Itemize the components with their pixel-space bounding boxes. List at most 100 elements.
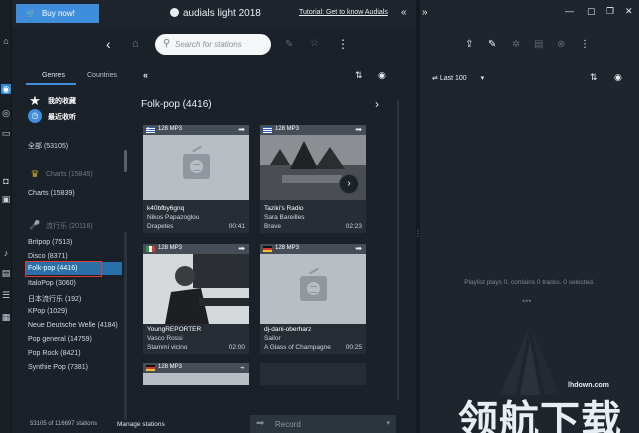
station-time: 00:41 bbox=[228, 223, 245, 230]
card-header: 128 MP3 ⌁ bbox=[143, 363, 249, 373]
collapse-left-icon[interactable]: « bbox=[401, 7, 407, 18]
home-nav-icon[interactable]: ⌂ bbox=[132, 38, 139, 50]
add-favorite-icon[interactable]: ☆ bbox=[310, 38, 319, 49]
germany-flag-icon bbox=[263, 246, 272, 252]
chevron-down-icon[interactable]: ▾ bbox=[386, 419, 390, 427]
genre-header-pop[interactable]: 流行乐 (20116) bbox=[46, 221, 93, 231]
genre-header-charts[interactable]: Charts (15845) bbox=[46, 171, 93, 178]
station-card[interactable]: 128 MP3 ➡ k40bfby6gnq Nikos Papazoglou D… bbox=[143, 125, 249, 233]
more-menu-icon[interactable]: ⋮ bbox=[580, 39, 590, 50]
genre-item[interactable]: Pop general (14759) bbox=[28, 336, 92, 343]
greece-flag-icon bbox=[146, 127, 155, 133]
card-header: 128 MP3 ➡ bbox=[260, 244, 366, 254]
playlist-icon[interactable]: ☰ bbox=[1, 290, 11, 300]
genre-item[interactable]: 全部 (53105) bbox=[28, 141, 68, 151]
more-menu-icon[interactable]: ⋮ bbox=[337, 37, 349, 51]
radio-placeholder-icon bbox=[183, 154, 210, 179]
tutorial-link[interactable]: Tutorial: Get to know Audials bbox=[299, 9, 388, 16]
station-artist: Sara Bareilles bbox=[264, 214, 305, 221]
shuffle-icon: ⇌ bbox=[432, 75, 438, 82]
station-name: YoungREPORTER bbox=[147, 326, 202, 333]
search-box[interactable]: ⚲ bbox=[155, 34, 271, 55]
station-track: Brave bbox=[264, 223, 281, 230]
card-header: 128 MP3 ➡ bbox=[260, 125, 366, 135]
radio-icon[interactable]: ◉ bbox=[1, 84, 11, 94]
germany-flag-icon bbox=[146, 365, 155, 371]
genre-item[interactable]: Charts (15839) bbox=[28, 190, 75, 197]
genre-favorites[interactable]: 我的收藏 bbox=[48, 96, 76, 106]
playlist-selector[interactable]: ⇌ Last 100 ▾ bbox=[432, 74, 484, 82]
station-card[interactable]: 128 MP3 ⌁ bbox=[143, 363, 249, 385]
station-artist: Sailor bbox=[264, 335, 281, 342]
movie-icon[interactable]: ▤ bbox=[1, 268, 11, 278]
playlist-status: Playlist plays 0, contains 0 tracks. 0 s… bbox=[464, 279, 595, 286]
remove-icon[interactable]: ⊗ bbox=[557, 39, 565, 50]
station-track: Stammi vicino bbox=[147, 344, 188, 351]
next-page-button[interactable]: › bbox=[339, 174, 359, 194]
save-icon[interactable]: ▤ bbox=[534, 39, 543, 50]
tab-genres[interactable]: Genres bbox=[42, 72, 65, 79]
maximize-icon[interactable]: ▢ bbox=[587, 6, 596, 17]
genre-item[interactable]: Neue Deutsche Welle (4184) bbox=[28, 322, 118, 329]
genre-item[interactable]: Disco (8371) bbox=[28, 253, 68, 260]
italy-flag-icon bbox=[146, 246, 155, 252]
tv-icon[interactable]: ▭ bbox=[1, 128, 11, 138]
restore-icon[interactable]: ❐ bbox=[606, 6, 614, 17]
watermark-text: 领航下载 bbox=[458, 398, 622, 433]
collapse-panel-icon[interactable]: « bbox=[143, 70, 148, 80]
genre-item[interactable]: 日本流行乐 (192) bbox=[28, 294, 81, 304]
genre-item[interactable]: Synthie Pop (7381) bbox=[28, 364, 88, 371]
export-icon[interactable]: ⇪ bbox=[465, 39, 473, 50]
record-button[interactable]: ➡ Record ▾ bbox=[250, 415, 396, 433]
content-toolbar: « ⇅ ◉ bbox=[130, 70, 400, 84]
genre-scrollbar-track[interactable] bbox=[124, 232, 127, 420]
effects-icon[interactable]: ✲ bbox=[512, 39, 520, 50]
tab-countries[interactable]: Countries bbox=[87, 72, 117, 79]
view-icon[interactable]: ◉ bbox=[614, 72, 622, 83]
genre-scrollbar-thumb[interactable] bbox=[124, 150, 127, 172]
forward-arrow-icon[interactable]: ➡ bbox=[238, 244, 245, 253]
station-card[interactable]: 128 MP3 ➡ YoungREPORTER Vasco Rossi Stam… bbox=[143, 244, 249, 354]
minimize-icon[interactable]: — bbox=[565, 6, 574, 16]
bitrate-label: 128 MP3 bbox=[275, 126, 300, 132]
genre-item[interactable]: KPop (1029) bbox=[28, 308, 67, 315]
station-name: dj-dani-oberharz bbox=[264, 326, 312, 333]
bitrate-label: 128 MP3 bbox=[275, 245, 300, 251]
camera-icon[interactable]: ◘ bbox=[1, 176, 11, 186]
genre-recent[interactable]: 最近收听 bbox=[48, 112, 76, 122]
content-scrollbar[interactable] bbox=[397, 100, 399, 400]
video-icon[interactable]: ▣ bbox=[1, 194, 11, 204]
music-icon[interactable]: ♪ bbox=[1, 248, 11, 258]
app-title-text: audials light 2018 bbox=[183, 8, 261, 19]
station-card[interactable]: 128 MP3 ➡ dj-dani-oberharz Sailor A Glas… bbox=[260, 244, 366, 354]
station-time: 02:00 bbox=[228, 344, 245, 351]
chevron-right-icon[interactable]: › bbox=[375, 97, 379, 111]
forward-arrow-icon[interactable]: ➡ bbox=[355, 125, 362, 134]
close-icon[interactable]: ✕ bbox=[625, 6, 633, 17]
sort-icon[interactable]: ⇅ bbox=[355, 70, 363, 81]
station-artist: Vasco Rossi bbox=[147, 335, 183, 342]
back-chevron-icon[interactable]: ‹ bbox=[106, 36, 111, 52]
forward-arrow-icon[interactable]: ➡ bbox=[238, 125, 245, 134]
buy-now-button[interactable]: 🛒 Buy now! bbox=[16, 4, 99, 23]
genre-item[interactable]: Pop Rock (8421) bbox=[28, 350, 81, 357]
home-icon[interactable]: ⌂ bbox=[1, 36, 11, 46]
genre-item[interactable]: ItaloPop (3060) bbox=[28, 280, 76, 287]
sort-icon[interactable]: ⇅ bbox=[590, 72, 598, 83]
view-icon[interactable]: ◉ bbox=[378, 70, 386, 81]
expand-right-icon[interactable]: » bbox=[422, 7, 428, 18]
audials-logo-icon bbox=[170, 8, 179, 17]
pin-icon[interactable]: ✎ bbox=[285, 39, 293, 50]
station-track: Drapetes bbox=[147, 223, 174, 230]
search-input[interactable] bbox=[175, 37, 267, 52]
genre-item[interactable]: Britpop (7513) bbox=[28, 239, 72, 246]
forward-arrow-icon[interactable]: ➡ bbox=[355, 244, 362, 253]
wireless-icon[interactable]: ⌁ bbox=[240, 363, 245, 372]
search-icon: ⚲ bbox=[163, 38, 171, 49]
manage-stations-link[interactable]: Manage stations bbox=[117, 421, 165, 428]
podcast-icon[interactable]: ◎ bbox=[1, 108, 11, 118]
edit-icon[interactable]: ✎ bbox=[488, 39, 496, 50]
list-icon[interactable]: ▦ bbox=[1, 312, 11, 322]
station-count: 53105 of 116697 stations bbox=[30, 421, 97, 427]
album-art bbox=[143, 254, 249, 324]
